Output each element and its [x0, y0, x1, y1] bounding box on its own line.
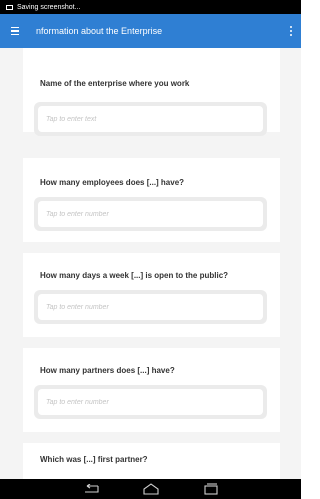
screenshot-icon: [6, 4, 13, 10]
question-card: How many days a week [...] is open to th…: [23, 253, 280, 337]
form-content[interactable]: Name of the enterprise where you work Ho…: [0, 48, 301, 479]
question-label: How many partners does [...] have?: [40, 366, 175, 375]
status-text: Saving screenshot...: [17, 3, 81, 11]
question-card: Name of the enterprise where you work: [23, 48, 280, 136]
overflow-icon[interactable]: [281, 14, 301, 48]
question-card: How many employees does [...] have?: [23, 158, 280, 242]
days-open-input[interactable]: [38, 294, 263, 320]
back-icon[interactable]: [80, 482, 102, 496]
partners-input[interactable]: [38, 389, 263, 415]
enterprise-name-input[interactable]: [38, 106, 263, 132]
question-label: Which was [...] first partner?: [40, 455, 148, 464]
home-icon[interactable]: [140, 482, 162, 496]
question-label: How many days a week [...] is open to th…: [40, 271, 229, 280]
field-frame: [34, 385, 267, 419]
question-label: Name of the enterprise where you work: [40, 79, 190, 88]
field-frame: [34, 102, 267, 136]
hamburger-icon[interactable]: [0, 14, 30, 48]
employees-input[interactable]: [38, 201, 263, 227]
question-label: How many employees does [...] have?: [40, 178, 185, 187]
recents-icon[interactable]: [200, 482, 222, 496]
app-bar: nformation about the Enterprise: [0, 14, 301, 48]
question-card: Which was [...] first partner?: [23, 443, 280, 479]
question-card: How many partners does [...] have?: [23, 348, 280, 432]
page-title: nformation about the Enterprise: [36, 26, 163, 36]
field-frame: [34, 197, 267, 231]
status-bar: Saving screenshot...: [0, 0, 301, 14]
system-nav-bar: [0, 479, 301, 499]
field-frame: [34, 290, 267, 324]
